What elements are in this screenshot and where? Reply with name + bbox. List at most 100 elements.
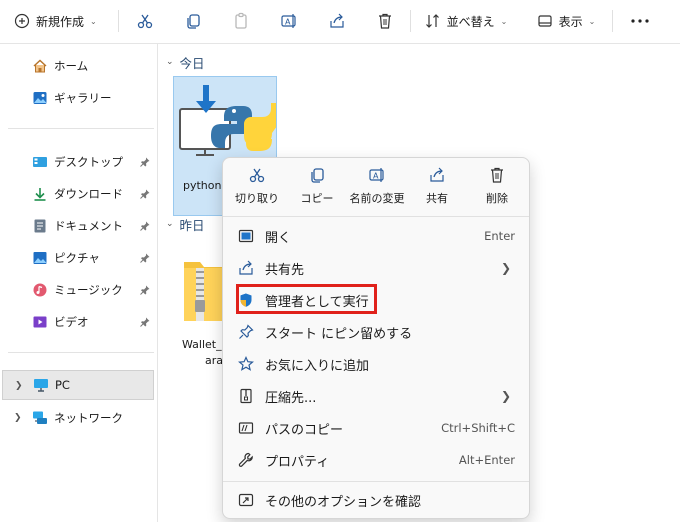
video-icon [32,314,48,330]
pin-icon [140,157,150,167]
new-button[interactable]: 新規作成 ⌄ [8,6,104,36]
menu-item-label: プロパティ [265,454,330,470]
sidebar-item-pc[interactable]: ❯ PC [2,370,154,400]
copy-button[interactable] [178,6,208,36]
sidebar-item-network[interactable]: ❯ ネットワーク [2,404,154,432]
star-icon [237,355,255,373]
zip-icon [237,387,255,405]
context-rename-button[interactable]: A 名前の変更 [347,166,407,212]
menu-item-properties[interactable]: プロパティ Alt+Enter [229,445,523,475]
navigation-pane: ホーム ギャラリー デスクトップ ダウンロード ドキュメント ピクチャ ミュージ… [0,44,158,522]
sidebar-item-documents[interactable]: ドキュメント [32,212,154,240]
sidebar-item-label: ビデオ [54,315,89,329]
sort-button[interactable]: 並べ替え ⌄ [420,6,512,36]
menu-item-shortcut: Alt+Enter [458,453,515,467]
menu-item-pin-to-start[interactable]: スタート にピン留めする [229,317,523,347]
sort-icon [425,13,441,29]
context-copy-button[interactable]: コピー [287,166,347,212]
menu-divider [223,216,529,217]
download-icon [32,186,48,202]
menu-item-open[interactable]: 開く Enter [229,221,523,251]
menu-item-compress-to[interactable]: 圧縮先... ❯ [229,381,523,411]
sidebar-item-label: PC [55,378,70,392]
context-delete-button[interactable]: 削除 [467,166,527,212]
menu-item-copy-path[interactable]: パスのコピー Ctrl+Shift+C [229,413,523,443]
view-button-label: 表示 [558,14,583,29]
menu-divider [223,481,529,482]
rename-icon: A [280,12,298,30]
context-menu: 切り取り コピー A 名前の変更 共有 削除 開く Enter 共有先 ❯ 管理… [222,157,530,519]
sidebar-item-home[interactable]: ホーム [32,52,152,80]
sidebar-item-label: ダウンロード [54,187,123,201]
group-header-today[interactable]: ⌄ 今日 [166,52,205,72]
delete-button[interactable] [370,6,400,36]
pin-icon [140,253,150,263]
more-options-button[interactable] [626,6,654,36]
chevron-down-icon: ⌄ [588,16,596,26]
menu-item-add-to-favorites[interactable]: お気に入りに追加 [229,349,523,379]
context-share-button[interactable]: 共有 [407,166,467,212]
menu-item-share-to[interactable]: 共有先 ❯ [229,253,523,283]
sidebar-item-downloads[interactable]: ダウンロード [32,180,154,208]
group-header-label: 昨日 [179,217,205,233]
sidebar-item-pictures[interactable]: ピクチャ [32,244,154,272]
home-icon [32,58,48,74]
document-icon [32,218,48,234]
share-button[interactable] [322,6,352,36]
pin-icon [140,189,150,199]
sort-button-label: 並べ替え [446,14,495,29]
menu-item-label: お気に入りに追加 [265,358,370,374]
gallery-icon [32,90,48,106]
svg-text:A: A [373,172,379,181]
highlight-box [236,284,377,314]
pin-icon [237,323,255,341]
quick-action-label: コピー [300,192,334,205]
menu-item-shortcut: Ctrl+Shift+C [441,421,515,435]
more-options-icon [237,491,255,509]
copy-icon [184,12,202,30]
menu-item-label: パスのコピー [265,422,344,438]
quick-action-label: 切り取り [235,192,279,205]
chevron-down-icon: ⌄ [166,57,174,67]
sidebar-item-label: デスクトップ [54,155,123,169]
menu-item-label: その他のオプションを確認 [265,494,422,510]
scissors-icon [248,166,266,184]
menu-item-label: 共有先 [265,262,305,278]
pin-icon [140,221,150,231]
chevron-right-icon[interactable]: ❯ [15,381,23,391]
menu-item-show-more-options[interactable]: その他のオプションを確認 [229,485,523,515]
sidebar-item-music[interactable]: ミュージック [32,276,154,304]
menu-item-label: 圧縮先... [265,390,317,406]
chevron-down-icon: ⌄ [166,219,174,229]
open-icon [237,227,255,245]
clipboard-icon [232,12,250,30]
rename-icon: A [368,166,386,184]
view-button[interactable]: 表示 ⌄ [530,6,602,36]
pictures-icon [32,250,48,266]
group-header-yesterday[interactable]: ⌄ 昨日 [166,214,205,234]
wrench-icon [237,451,255,469]
sidebar-divider [8,352,154,353]
sidebar-item-label: ネットワーク [54,411,123,425]
sidebar-item-desktop[interactable]: デスクトップ [32,148,154,176]
menu-item-label: 開く [265,230,292,246]
plus-circle-icon [14,13,30,29]
sidebar-item-label: ドキュメント [54,219,123,233]
sidebar-item-label: ホーム [54,59,89,73]
context-cut-button[interactable]: 切り取り [227,166,287,212]
sidebar-item-videos[interactable]: ビデオ [32,308,154,336]
toolbar-divider [410,10,411,32]
paste-button[interactable] [226,6,256,36]
share-icon [328,12,346,30]
cut-button[interactable] [130,6,160,36]
share-icon [428,166,446,184]
sidebar-item-gallery[interactable]: ギャラリー [32,84,152,112]
svg-text:A: A [285,18,291,27]
python-installer-icon [176,81,276,167]
ellipsis-icon [630,18,650,24]
chevron-right-icon[interactable]: ❯ [14,413,22,423]
trash-icon [488,166,506,184]
rename-button[interactable]: A [274,6,304,36]
chevron-down-icon: ⌄ [90,16,97,26]
chevron-right-icon: ❯ [500,389,511,403]
